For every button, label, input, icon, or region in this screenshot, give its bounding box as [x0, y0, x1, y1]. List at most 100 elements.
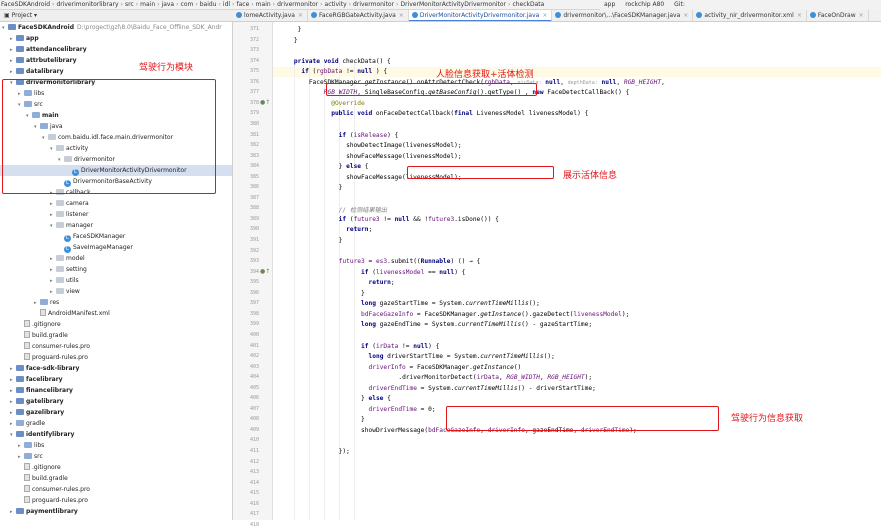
git-label[interactable]: Git:: [670, 0, 689, 10]
code-editor[interactable]: }} private void checkData() { if (rgbData …: [273, 22, 881, 520]
tree-item[interactable]: ▸ utils: [0, 275, 232, 286]
tree-item[interactable]: ▸ src: [0, 451, 232, 462]
breadcrumb-item[interactable]: drivermonitor: [276, 0, 319, 9]
code-line[interactable]: }: [339, 237, 343, 244]
code-line[interactable]: // 检测结果输出: [339, 205, 387, 214]
code-line[interactable]: private void checkData() {: [294, 58, 391, 65]
code-line[interactable]: return;: [369, 279, 395, 286]
code-line[interactable]: }: [294, 37, 298, 44]
code-line[interactable]: }: [298, 26, 302, 33]
breadcrumb-item[interactable]: src: [124, 0, 135, 9]
tree-item[interactable]: ▸ gazelibrary: [0, 407, 232, 418]
tree-item[interactable]: AndroidManifest.xml: [0, 308, 232, 319]
code-line[interactable]: if (livenessModel == null) {: [361, 269, 465, 276]
tree-item[interactable]: consumer-rules.pro: [0, 484, 232, 495]
tree-item[interactable]: ▸ attendancelibrary: [0, 44, 232, 55]
editor-tab[interactable]: drivermonitor\...\FaceSDKManager.java ×: [552, 10, 694, 21]
breadcrumb-item[interactable]: main: [139, 0, 156, 9]
tree-item[interactable]: ▸ datalibrary: [0, 66, 232, 77]
code-line[interactable]: @Override: [331, 100, 365, 107]
tree-item[interactable]: ▸ face-sdk-library: [0, 363, 232, 374]
tree-item[interactable]: ▾ FaceSDKAndroid D:\progect\gzl\8.0\Baidu_…: [0, 22, 232, 33]
code-line[interactable]: if (rgbData != null ) {: [301, 68, 387, 75]
code-line[interactable]: future3 = es3.submit((Runnable) () → {: [339, 258, 481, 265]
tree-item[interactable]: ▸ listener: [0, 209, 232, 220]
tree-item[interactable]: ▸ view: [0, 286, 232, 297]
close-icon[interactable]: ×: [542, 12, 547, 19]
breadcrumb-item[interactable]: drivermonitor: [352, 0, 395, 9]
breadcrumb-item[interactable]: com: [180, 0, 195, 9]
code-line[interactable]: } else {: [339, 163, 369, 170]
code-line[interactable]: showDetectImage(livenessModel);: [346, 142, 461, 149]
tree-item[interactable]: C FaceSDKManager: [0, 231, 232, 242]
tree-item[interactable]: proguard-rules.pro: [0, 352, 232, 363]
editor-tab[interactable]: activity_nir_drivermonitor.xml ×: [693, 10, 807, 21]
tree-item[interactable]: ▸ financelibrary: [0, 385, 232, 396]
tree-item[interactable]: ▸ paymentlibrary: [0, 506, 232, 517]
code-line[interactable]: return;: [346, 226, 372, 233]
breadcrumb-item[interactable]: DriverMonitorActivityDrivermonitor: [399, 0, 507, 9]
project-panel-header[interactable]: ▣ Project ▾: [0, 10, 233, 22]
code-line[interactable]: driverInfo = FaceSDKManager.getInstance(…: [369, 364, 522, 371]
close-icon[interactable]: ×: [298, 12, 303, 19]
run-config-select[interactable]: app: [600, 0, 619, 10]
code-line[interactable]: showFaceMessage(livenessModel);: [346, 153, 461, 160]
tree-item[interactable]: ▸ facelibrary: [0, 374, 232, 385]
tree-item[interactable]: ▾ manager: [0, 220, 232, 231]
close-icon[interactable]: ×: [399, 12, 404, 19]
tree-item[interactable]: proguard-rules.pro: [0, 495, 232, 506]
editor-tab[interactable]: lomeActivity.java ×: [233, 10, 308, 21]
close-icon[interactable]: ×: [797, 12, 802, 19]
code-line[interactable]: long gazeEndTime = System.currentTimeMil…: [361, 321, 592, 328]
code-line[interactable]: bdFaceGazeInfo = FaceSDKManager.getInsta…: [361, 311, 629, 318]
editor-tab[interactable]: DriverMonitorActivityDrivermonitor.java ×: [408, 10, 553, 21]
tree-item[interactable]: ▸ libs: [0, 440, 232, 451]
editor-tab[interactable]: FaceRGBGateActivity.java ×: [308, 10, 409, 21]
breadcrumb-item[interactable]: face: [235, 0, 250, 9]
breadcrumb-item[interactable]: driverimonitorlibrary: [55, 0, 119, 9]
code-line[interactable]: }: [361, 290, 365, 297]
tree-item[interactable]: ▸ gatelibrary: [0, 396, 232, 407]
code-line[interactable]: } else {: [361, 395, 391, 402]
chevron-down-icon[interactable]: ▾: [34, 12, 37, 19]
tree-item[interactable]: consumer-rules.pro: [0, 341, 232, 352]
tree-item[interactable]: C SaveImageManager: [0, 242, 232, 253]
breadcrumb-item[interactable]: activity: [324, 0, 348, 9]
tree-item[interactable]: build.gradle: [0, 330, 232, 341]
code-line[interactable]: if (future3 != null && !future3.isDone()…: [339, 216, 499, 223]
breadcrumb-item[interactable]: checkData: [511, 0, 545, 9]
code-line[interactable]: long gazeStartTime = System.currentTimeM…: [361, 300, 540, 307]
tree-item[interactable]: ▸ gradle: [0, 418, 232, 429]
tree-item[interactable]: ▸ camera: [0, 198, 232, 209]
tree-item[interactable]: ▸ setting: [0, 264, 232, 275]
code-line[interactable]: }: [339, 184, 343, 191]
editor-tab[interactable]: FaceOnDraw ×: [807, 10, 869, 21]
code-line[interactable]: driverEndTime = System.currentTimeMillis…: [369, 385, 596, 392]
close-icon[interactable]: ×: [683, 12, 688, 19]
code-line[interactable]: if (irData != null) {: [361, 343, 439, 350]
breadcrumb-item[interactable]: FaceSDKAndroid: [0, 0, 51, 9]
code-line[interactable]: }: [361, 416, 365, 423]
tree-item[interactable]: ▸ model: [0, 253, 232, 264]
tree-item[interactable]: .gitignore: [0, 319, 232, 330]
code-line[interactable]: if (isRelease) {: [339, 132, 399, 139]
tree-item[interactable]: .gitignore: [0, 462, 232, 473]
tree-item[interactable]: ▸ res: [0, 297, 232, 308]
tree-item[interactable]: ▾ identifylibrary: [0, 429, 232, 440]
breadcrumb-item[interactable]: baidu: [199, 0, 218, 9]
override-marker-icon[interactable]: ●↑: [260, 268, 270, 275]
tree-item[interactable]: build.gradle: [0, 473, 232, 484]
tree-item[interactable]: ▸ app: [0, 33, 232, 44]
breadcrumb-item[interactable]: idl: [222, 0, 231, 9]
tree-item[interactable]: ▸ attrbutelibrary: [0, 55, 232, 66]
code-line[interactable]: });: [339, 448, 350, 455]
code-line[interactable]: driverEndTime = 0;: [369, 406, 436, 413]
code-line[interactable]: public void onFaceDetectCallback(final L…: [331, 110, 588, 117]
code-line[interactable]: long driverStartTime = System.currentTim…: [369, 353, 555, 360]
breadcrumb-item[interactable]: java: [161, 0, 176, 9]
code-line[interactable]: .driverMonitorDetect(irData, RGB_WIDTH, …: [398, 374, 592, 381]
close-icon[interactable]: ×: [859, 12, 864, 19]
breadcrumb-item[interactable]: main: [255, 0, 272, 9]
device-select[interactable]: rockchip A80: [621, 0, 668, 10]
override-marker-icon[interactable]: ●↑: [260, 99, 270, 106]
